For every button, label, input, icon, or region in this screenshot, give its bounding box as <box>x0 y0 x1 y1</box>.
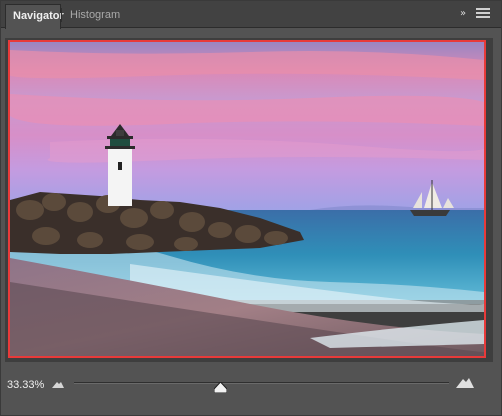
tab-histogram[interactable]: Histogram <box>63 4 121 28</box>
collapse-panels-icon[interactable]: » <box>455 7 471 21</box>
preview-image <box>10 42 484 356</box>
tab-bar: Navigator Histogram » <box>1 1 501 29</box>
navigator-panel: Navigator Histogram » <box>0 0 502 416</box>
zoom-slider-thumb[interactable] <box>213 382 227 393</box>
panel-menu-icon[interactable] <box>476 8 490 20</box>
zoom-percentage-field[interactable] <box>5 376 49 394</box>
navigator-preview[interactable] <box>8 40 486 358</box>
zoom-out-icon[interactable] <box>52 380 64 388</box>
zoom-in-icon[interactable] <box>456 377 474 388</box>
tab-divider <box>61 8 62 22</box>
tab-navigator[interactable]: Navigator <box>5 4 64 29</box>
zoom-slider-track[interactable] <box>74 382 449 384</box>
